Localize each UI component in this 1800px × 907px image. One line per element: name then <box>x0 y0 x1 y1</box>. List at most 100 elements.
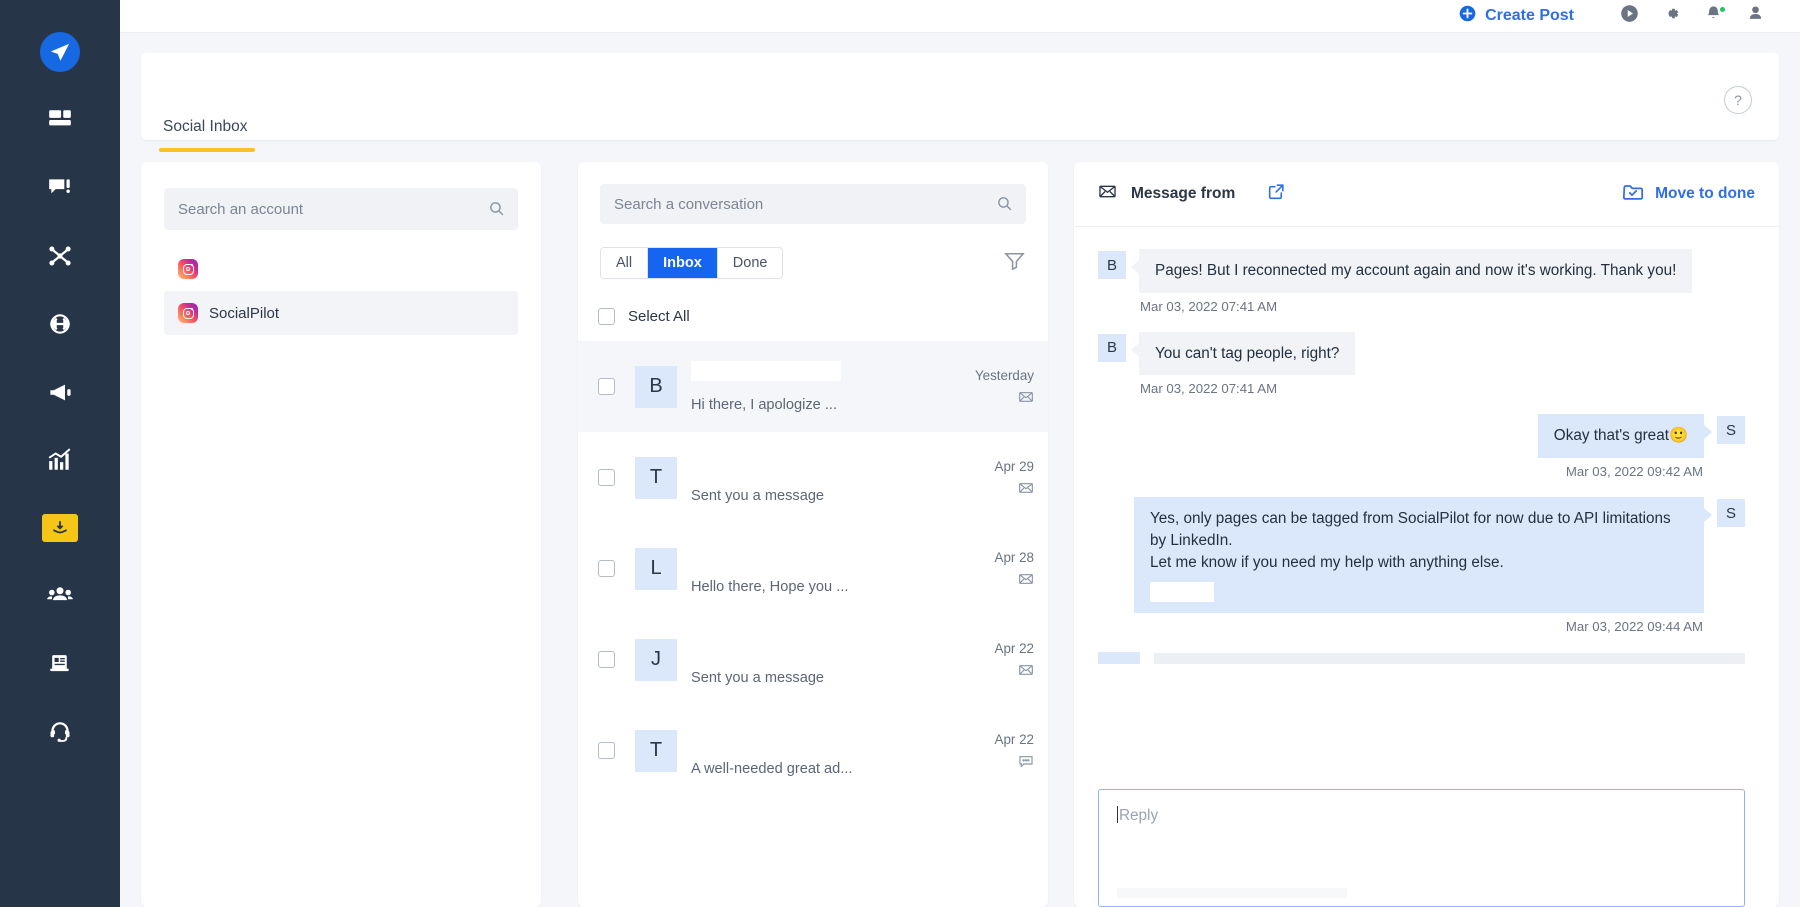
reply-placeholder: Reply <box>1119 807 1158 824</box>
envelope-icon <box>958 662 1034 678</box>
avatar: S <box>1717 416 1745 444</box>
conversation-date: Apr 29 <box>958 459 1034 474</box>
conversation-item[interactable]: L Hello there, Hope you ... Apr 28 <box>578 523 1048 614</box>
avatar <box>1098 652 1140 664</box>
avatar: T <box>635 730 677 772</box>
sidebar-item-analytics[interactable] <box>0 426 120 494</box>
conversation-checkbox[interactable] <box>598 742 615 759</box>
gear-icon <box>1662 4 1681 28</box>
move-to-done-button[interactable]: Move to done <box>1622 181 1755 208</box>
message-row: Okay that's great🙂 S <box>1098 414 1745 458</box>
sidebar-item-posts[interactable] <box>0 154 120 222</box>
sidebar-item-dashboard[interactable] <box>0 86 120 154</box>
headset-support-icon <box>47 719 73 745</box>
search-account-input[interactable] <box>178 201 504 218</box>
avatar: B <box>635 366 677 408</box>
sidebar-item-social-inbox[interactable] <box>0 494 120 562</box>
help-label: ? <box>1734 92 1742 108</box>
select-all-checkbox[interactable] <box>598 308 615 325</box>
user-icon <box>1746 4 1765 28</box>
sender-name-redacted <box>691 452 841 472</box>
conversation-text: A well-needed great ad... <box>691 725 958 777</box>
tab-active-underline <box>159 148 255 152</box>
message-bubble: Yes, only pages can be tagged from Socia… <box>1134 497 1704 613</box>
select-all-row[interactable]: Select All <box>578 308 1048 325</box>
logo-icon <box>40 32 80 72</box>
account-row-socialpilot[interactable]: SocialPilot <box>164 291 518 335</box>
create-post-button[interactable]: Create Post <box>1459 5 1574 27</box>
rss-discovery-icon <box>47 311 73 337</box>
avatar: S <box>1717 499 1745 527</box>
signature-redacted <box>1150 582 1214 602</box>
sender-name-redacted <box>691 543 841 563</box>
message-row-partial <box>1098 652 1745 664</box>
sidebar-item-support[interactable] <box>0 698 120 766</box>
account-search-box[interactable] <box>164 188 518 230</box>
plus-circle-icon <box>1459 5 1476 27</box>
conversation-item[interactable]: T A well-needed great ad... Apr 22 <box>578 705 1048 796</box>
page-header-card: Social Inbox ? <box>141 53 1779 140</box>
message-body: Yes, only pages can be tagged from Socia… <box>1150 510 1671 570</box>
funnel-filter-icon[interactable] <box>1003 249 1026 277</box>
tab-social-inbox-label: Social Inbox <box>163 118 247 135</box>
sidebar-item-accounts[interactable] <box>0 222 120 290</box>
tab-social-inbox[interactable]: Social Inbox <box>159 118 251 140</box>
conversation-meta: Yesterday <box>958 368 1034 405</box>
search-conversation-input[interactable] <box>614 196 1012 213</box>
conversation-checkbox[interactable] <box>598 378 615 395</box>
primary-sidebar <box>0 0 120 907</box>
conversation-search-box[interactable] <box>600 184 1026 224</box>
conversation-preview: Sent you a message <box>691 670 824 686</box>
conversation-items[interactable]: B Hi there, I apologize ... Yesterday <box>578 341 1048 907</box>
message-bubble: You can't tag people, right? <box>1139 332 1355 376</box>
conversation-checkbox[interactable] <box>598 560 615 577</box>
segment-done[interactable]: Done <box>718 248 783 278</box>
sidebar-item-team[interactable] <box>0 562 120 630</box>
conversation-date: Apr 22 <box>958 641 1034 656</box>
message-detail-header: Message from <box>1074 162 1779 226</box>
reply-input[interactable]: Reply <box>1098 789 1745 907</box>
sidebar-item-reports[interactable] <box>0 630 120 698</box>
text-cursor <box>1117 806 1118 823</box>
sidebar-item-advertise[interactable] <box>0 358 120 426</box>
sidebar-item-content-discovery[interactable] <box>0 290 120 358</box>
segment-inbox[interactable]: Inbox <box>648 248 718 278</box>
search-icon <box>488 200 505 222</box>
conversation-date: Yesterday <box>958 368 1034 383</box>
filter-row: All Inbox Done <box>600 247 1026 279</box>
message-header-left: Message from <box>1098 182 1286 206</box>
conversation-item[interactable]: J Sent you a message Apr 22 <box>578 614 1048 705</box>
conversation-date: Apr 22 <box>958 732 1034 747</box>
play-circle-button[interactable] <box>1608 4 1650 28</box>
segment-all[interactable]: All <box>601 248 648 278</box>
conversation-preview: A well-needed great ad... <box>691 761 852 777</box>
conversation-text: Sent you a message <box>691 634 958 686</box>
message-row: Yes, only pages can be tagged from Socia… <box>1098 497 1745 613</box>
team-icon <box>46 582 74 610</box>
conversation-meta: Apr 29 <box>958 459 1034 496</box>
sender-name-redacted <box>691 634 841 654</box>
notifications-button[interactable] <box>1692 4 1734 28</box>
help-button[interactable]: ? <box>1724 86 1752 114</box>
avatar: T <box>635 457 677 499</box>
user-profile-button[interactable] <box>1734 4 1776 28</box>
conversation-checkbox[interactable] <box>598 651 615 668</box>
settings-button[interactable] <box>1650 4 1692 28</box>
message-bubble <box>1154 653 1745 664</box>
conversation-item[interactable]: T Sent you a message Apr 29 <box>578 432 1048 523</box>
accounts-panel: SocialPilot <box>141 162 541 907</box>
message-thread[interactable]: B Pages! But I reconnected my account ag… <box>1074 226 1779 789</box>
comment-icon <box>958 753 1034 769</box>
external-link-icon[interactable] <box>1267 182 1286 206</box>
conversation-preview: Sent you a message <box>691 488 824 504</box>
message-timestamp: Mar 03, 2022 09:42 AM <box>1098 464 1703 479</box>
sidebar-item-logo[interactable] <box>0 18 120 86</box>
account-row[interactable] <box>164 247 518 291</box>
message-bubble: Okay that's great🙂 <box>1538 414 1704 458</box>
envelope-icon <box>1098 182 1117 206</box>
conversation-list-header: All Inbox Done <box>578 184 1048 279</box>
instagram-icon <box>178 303 198 323</box>
conversation-item[interactable]: B Hi there, I apologize ... Yesterday <box>578 341 1048 432</box>
conversation-preview: Hi there, I apologize ... <box>691 397 837 413</box>
conversation-checkbox[interactable] <box>598 469 615 486</box>
